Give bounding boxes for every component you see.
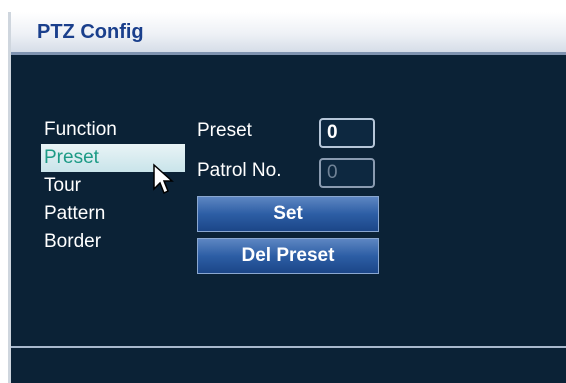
title-bar: PTZ Config [11,12,566,55]
menu-item-border[interactable]: Border [41,228,101,256]
menu-item-tour[interactable]: Tour [41,172,81,200]
ptz-config-window: PTZ Config Function Preset Tour Pattern … [8,12,566,383]
del-preset-button[interactable]: Del Preset [197,238,379,274]
patrol-no-label: Patrol No. [197,160,282,181]
preset-number-field[interactable] [319,118,375,148]
set-button[interactable]: Set [197,196,379,232]
patrol-number-field[interactable] [319,158,375,188]
function-heading: Function [44,119,117,140]
window-title: PTZ Config [37,21,144,43]
bottom-divider [11,346,566,348]
mouse-pointer-icon [153,163,174,195]
menu-item-pattern[interactable]: Pattern [41,200,105,228]
preset-label: Preset [197,120,252,141]
